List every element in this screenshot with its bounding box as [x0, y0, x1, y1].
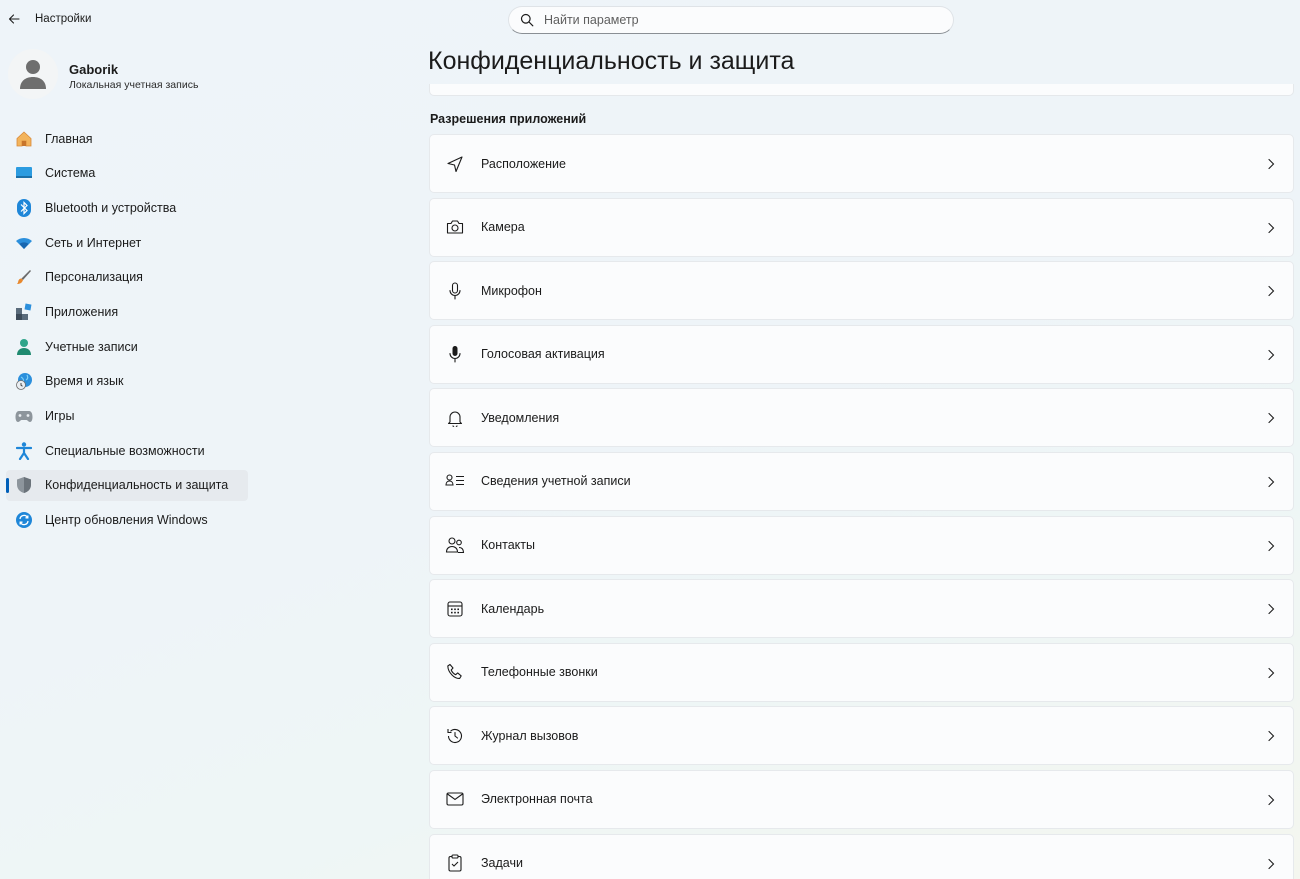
chevron-right-icon	[1265, 539, 1277, 553]
voice-activation-icon	[445, 344, 465, 364]
chevron-right-icon	[1265, 221, 1277, 235]
mail-icon	[445, 789, 465, 809]
location-icon	[445, 154, 465, 174]
chevron-right-icon	[1265, 857, 1277, 871]
permission-row-call-history[interactable]: Журнал вызовов	[429, 706, 1294, 766]
sidebar-item-gaming[interactable]: Игры	[6, 401, 248, 432]
gamepad-icon	[14, 406, 34, 426]
sidebar-item-network[interactable]: Сеть и Интернет	[6, 227, 248, 258]
sidebar-item-system[interactable]: Система	[6, 158, 248, 189]
chevron-right-icon	[1265, 793, 1277, 807]
calendar-icon	[445, 599, 465, 619]
call-history-icon	[445, 726, 465, 746]
search-input[interactable]	[544, 13, 924, 27]
chevron-right-icon	[1265, 475, 1277, 489]
permission-row-account-info[interactable]: Сведения учетной записи	[429, 451, 1294, 511]
sidebar-item-apps[interactable]: Приложения	[6, 296, 248, 327]
permission-row-tasks[interactable]: Задачи	[429, 833, 1294, 879]
bluetooth-icon	[14, 198, 34, 218]
sidebar-item-personalization[interactable]: Персонализация	[6, 262, 248, 293]
chevron-right-icon	[1265, 666, 1277, 680]
sidebar-nav: Главная Система Bluetooth и устройства С…	[6, 123, 248, 539]
system-icon	[14, 163, 34, 183]
phone-icon	[445, 662, 465, 682]
search-icon	[520, 13, 534, 27]
chevron-right-icon	[1265, 729, 1277, 743]
sidebar-item-bluetooth[interactable]: Bluetooth и устройства	[6, 192, 248, 223]
home-icon	[14, 129, 34, 149]
page-title: Конфиденциальность и защита	[428, 47, 795, 75]
chevron-right-icon	[1265, 284, 1277, 298]
apps-icon	[14, 302, 34, 322]
permission-row-location[interactable]: Расположение	[429, 134, 1294, 193]
shield-icon	[14, 475, 34, 495]
account-info-icon	[445, 471, 465, 491]
permission-row-email[interactable]: Электронная почта	[429, 769, 1294, 829]
previous-card-edge	[429, 84, 1294, 96]
user-name: Gaborik	[69, 62, 119, 77]
permission-row-camera[interactable]: Камера	[429, 197, 1294, 257]
chevron-right-icon	[1265, 157, 1277, 171]
chevron-right-icon	[1265, 348, 1277, 362]
accessibility-icon	[14, 441, 34, 461]
search-box[interactable]	[508, 6, 954, 34]
title-bar: Настройки	[0, 0, 300, 40]
permission-row-microphone[interactable]: Микрофон	[429, 261, 1294, 321]
bell-icon	[445, 408, 465, 428]
permission-row-calendar[interactable]: Календарь	[429, 579, 1294, 639]
microphone-icon	[445, 281, 465, 301]
update-icon	[14, 510, 34, 530]
account-type: Локальная учетная запись	[69, 79, 199, 91]
back-arrow-icon	[8, 14, 20, 24]
accounts-icon	[14, 337, 34, 357]
permission-row-notifications[interactable]: Уведомления	[429, 388, 1294, 448]
wifi-icon	[14, 233, 34, 253]
sidebar-item-accessibility[interactable]: Специальные возможности	[6, 435, 248, 466]
app-permissions-list: Расположение Камера Микрофон Голосовая а…	[429, 134, 1294, 879]
contacts-icon	[445, 535, 465, 555]
camera-icon	[445, 217, 465, 237]
section-title: Разрешения приложений	[430, 112, 587, 126]
permission-row-voice-activation[interactable]: Голосовая активация	[429, 324, 1294, 384]
permission-row-phone-calls[interactable]: Телефонные звонки	[429, 642, 1294, 702]
chevron-right-icon	[1265, 411, 1277, 425]
permission-row-contacts[interactable]: Контакты	[429, 515, 1294, 575]
brush-icon	[14, 267, 34, 287]
sidebar-item-privacy[interactable]: Конфиденциальность и защита	[6, 469, 248, 501]
tasks-icon	[445, 853, 465, 873]
sidebar-item-accounts[interactable]: Учетные записи	[6, 331, 248, 362]
sidebar-item-home[interactable]: Главная	[6, 123, 248, 154]
user-avatar-icon	[20, 60, 46, 89]
avatar[interactable]	[8, 49, 58, 99]
sidebar-item-windows-update[interactable]: Центр обновления Windows	[6, 505, 248, 536]
sidebar-item-time-language[interactable]: Время и язык	[6, 366, 248, 397]
app-title: Настройки	[35, 13, 92, 25]
time-language-icon	[14, 371, 34, 391]
back-button[interactable]	[4, 9, 24, 29]
chevron-right-icon	[1265, 602, 1277, 616]
